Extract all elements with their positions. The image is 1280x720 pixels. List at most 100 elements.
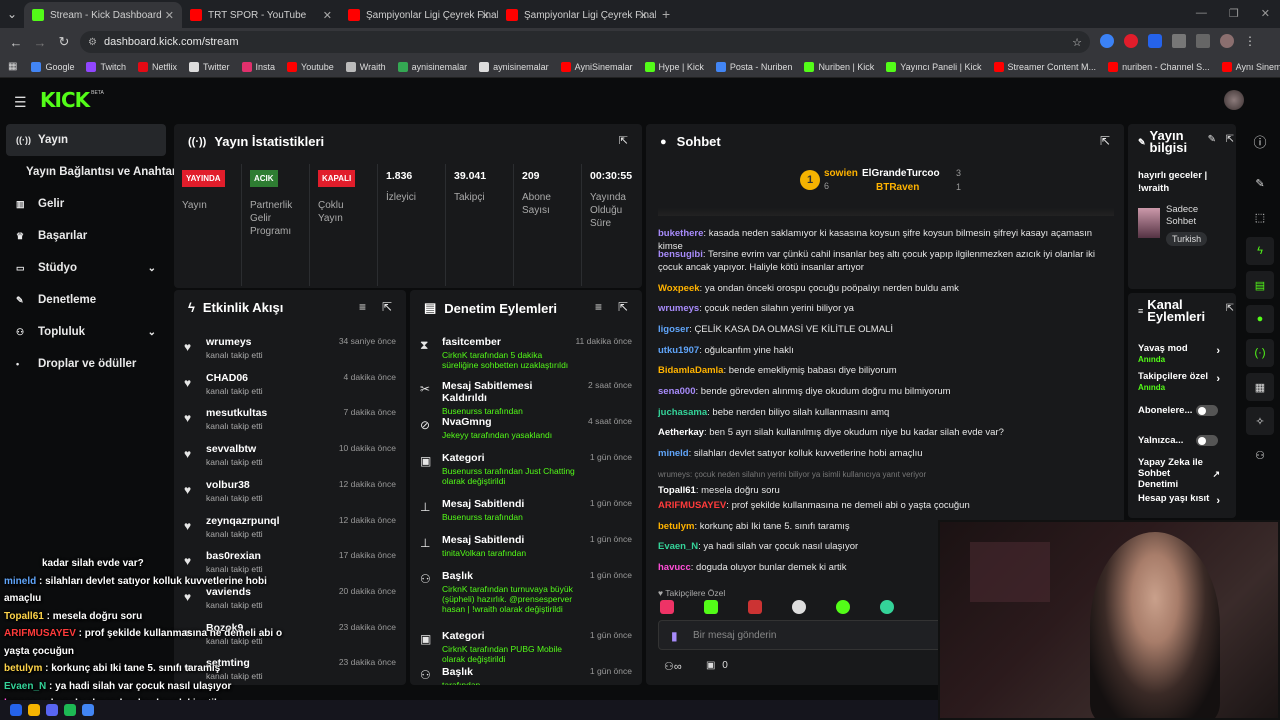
channel-action-item[interactable]: Hesap yaşı kısıt › (1138, 493, 1230, 507)
chat-message[interactable]: sena000: bende görevden alınmış diye oku… (658, 385, 1114, 398)
filter-icon[interactable]: ≡ (595, 300, 602, 314)
moderation-item[interactable]: ⚇ Başlık tarafından 1 gün önce (420, 666, 632, 685)
chat-message[interactable]: mineld: silahları devlet satıyor kolluk … (658, 447, 1114, 460)
bookmark-item[interactable]: Yayıncı Paneli | Kick (886, 61, 982, 72)
emote-icon[interactable] (836, 600, 850, 614)
moderation-item[interactable]: ✂ Mesaj Sabitlemesi Kaldırıldı Busenurss t… (420, 380, 632, 416)
chat-username[interactable]: wrumeys (658, 303, 699, 314)
emote-icon[interactable] (704, 600, 718, 614)
chat-message[interactable]: ligoser: ÇELİK KASA DA OLMASİ VE KİLİTLE… (658, 323, 1114, 336)
bookmark-item[interactable]: Aynı Sinemalar - Ça... (1221, 61, 1280, 72)
chat-message[interactable]: Topall61: mesela doğru soru (658, 484, 1114, 497)
media-icon[interactable] (1196, 34, 1210, 48)
popout-icon[interactable]: ⇱ (1100, 134, 1110, 148)
forward-icon[interactable]: → (28, 35, 52, 50)
sidebar-item-6[interactable]: ⚇ Topluluk ⌄ (0, 316, 172, 348)
activity-item[interactable]: ♥ CHAD06 kanalı takip etti 4 dakika önce (184, 372, 396, 396)
browser-menu-icon[interactable]: ⋮ (1244, 34, 1258, 48)
puzzle-icon[interactable] (1172, 34, 1186, 48)
moderation-item[interactable]: ⊥ Mesaj Sabitlendi tinitaVolkan tarafından… (420, 534, 632, 558)
chat-username[interactable]: betulym (658, 521, 694, 532)
browser-tab[interactable]: Şampiyonlar Ligi Çeyrek Final | ✕ (340, 2, 498, 28)
channel-action-item[interactable]: Yalnızca... (1138, 435, 1230, 446)
bookmark-item[interactable]: Nuriben | Kick (804, 61, 874, 72)
sidebar-item-5[interactable]: ✎ Denetleme (0, 284, 172, 316)
chat-username[interactable]: mineld (658, 448, 689, 459)
bookmark-item[interactable]: Youtube (287, 61, 334, 72)
chat-footer-counter[interactable]: ▣ 0 (706, 660, 728, 671)
channel-action-item[interactable]: Takipçilere özel Anında › (1138, 371, 1230, 393)
lightning-icon[interactable]: ϟ (1246, 237, 1274, 265)
moderation-item[interactable]: ▣ Kategori Busenurss tarafından Just Chatt… (420, 452, 632, 486)
extension-icon[interactable] (1124, 34, 1138, 48)
chat-username[interactable]: Topall61 (658, 485, 696, 496)
popout-icon[interactable]: ⇱ (1226, 303, 1234, 314)
people-icon[interactable]: ⚇ (1246, 441, 1274, 469)
new-tab-button[interactable]: + (662, 6, 670, 22)
tab-close-icon[interactable]: ✕ (639, 9, 648, 22)
profile-icon[interactable] (1220, 34, 1234, 48)
emote-icon[interactable] (792, 600, 806, 614)
bookmark-item[interactable]: Insta (241, 61, 275, 72)
chat-username[interactable]: bensugibi (658, 249, 703, 260)
chat-username[interactable]: BidamlaDamla (658, 365, 723, 376)
discord-icon[interactable] (46, 704, 58, 716)
bookmark-item[interactable]: Posta - Nuriben (715, 61, 792, 72)
chat-message[interactable]: bensugibi: Tersine evrim var çünkü cahil… (658, 248, 1114, 274)
back-icon[interactable]: ← (4, 35, 28, 50)
chrome-icon[interactable] (82, 704, 94, 716)
reload-icon[interactable]: ↻ (52, 34, 76, 50)
activity-item[interactable]: ♥ volbur38 kanalı takip etti 12 dakika önce (184, 479, 396, 503)
bookmark-item[interactable]: Google (31, 61, 74, 72)
shield-extension-icon[interactable] (1148, 34, 1162, 48)
url-field[interactable]: ⚙ dashboard.kick.com/stream ☆ (80, 31, 1090, 53)
chat-message[interactable]: wrumeys: çocuk neden silahın yerini bili… (658, 302, 1114, 315)
tab-close-icon[interactable]: ✕ (481, 9, 490, 22)
moderation-item[interactable]: ⚇ Başlık CirknK tarafından turnuvaya büyük… (420, 570, 632, 614)
popout-icon[interactable]: ⇱ (1226, 134, 1234, 145)
wrench-icon[interactable]: ✧ (1246, 407, 1274, 435)
chat-message[interactable]: Woxpeek: ya ondan önceki orospu çocuğu p… (658, 282, 1114, 295)
stats-icon[interactable]: ▦ (1246, 373, 1274, 401)
browser-tab[interactable]: TRT SPOR - YouTube ✕ (182, 2, 340, 28)
document-icon[interactable]: ▤ (1246, 271, 1274, 299)
emote-icon[interactable] (880, 600, 894, 614)
chat-message[interactable]: utku1907: oğulcanfım yine haklı (658, 344, 1114, 357)
apps-icon[interactable]: ▦ (8, 61, 17, 72)
user-avatar[interactable] (1224, 90, 1244, 110)
emote-icon[interactable] (748, 600, 762, 614)
browser-tab[interactable]: Stream - Kick Dashboard ✕ (24, 2, 182, 28)
chat-username[interactable]: havucc (658, 562, 691, 573)
mic-icon[interactable]: ▮ (671, 629, 678, 643)
sidebar-item-0[interactable]: ((·)) Yayın (6, 124, 166, 156)
chat-message[interactable]: BidamlaDamla: bende emekliymiş babası di… (658, 364, 1114, 377)
bookmark-item[interactable]: Streamer Content M... (993, 61, 1096, 72)
chat-username[interactable]: ligoser (658, 324, 689, 335)
chat-message[interactable]: Aetherkay: ben 5 ayrı silah kullanılmış … (658, 426, 1114, 439)
filter-icon[interactable]: ≡ (359, 300, 366, 314)
bookmark-item[interactable]: Hype | Kick (644, 61, 704, 72)
toggle-switch[interactable] (1196, 435, 1218, 446)
minimize-icon[interactable]: — (1196, 7, 1207, 20)
sidebar-item-3[interactable]: ♛ Başarılar (0, 220, 172, 252)
popout-icon[interactable]: ⇱ (618, 300, 628, 314)
sidebar-item-1[interactable]: Yayın Bağlantısı ve Anahtarı (0, 156, 180, 188)
tab-close-icon[interactable]: ✕ (323, 9, 332, 22)
chat-username[interactable]: bukethere (658, 228, 703, 239)
pencil-icon[interactable]: ✎ (1246, 169, 1274, 197)
start-icon[interactable] (10, 704, 22, 716)
tab-search-icon[interactable]: ⌄ (0, 0, 24, 28)
chat-tools[interactable]: ⚇∞ (664, 660, 682, 673)
chat-username[interactable]: ARIFMUSAYEV (658, 500, 726, 511)
close-window-icon[interactable]: ✕ (1261, 7, 1270, 20)
maximize-icon[interactable]: ❐ (1229, 7, 1239, 20)
leaderboard[interactable]: 1 sowien 6 ElGrandeTurcoo 3 BTRaven 1 (800, 168, 970, 202)
bookmark-item[interactable]: aynisinemalar (397, 61, 467, 72)
chat-username[interactable]: Evaen_N (658, 541, 698, 552)
bookmark-star-icon[interactable]: ☆ (1072, 36, 1082, 49)
channel-action-item[interactable]: Yavaş mod Anında › (1138, 343, 1230, 365)
activity-item[interactable]: ♥ zeynqazrpunql kanalı takip etti 12 dakika… (184, 515, 396, 539)
bookmark-item[interactable]: Twitter (189, 61, 230, 72)
tab-close-icon[interactable]: ✕ (165, 9, 174, 22)
moderation-item[interactable]: ⧗ fasitcember CirknK tarafından 5 dakika s… (420, 336, 632, 370)
